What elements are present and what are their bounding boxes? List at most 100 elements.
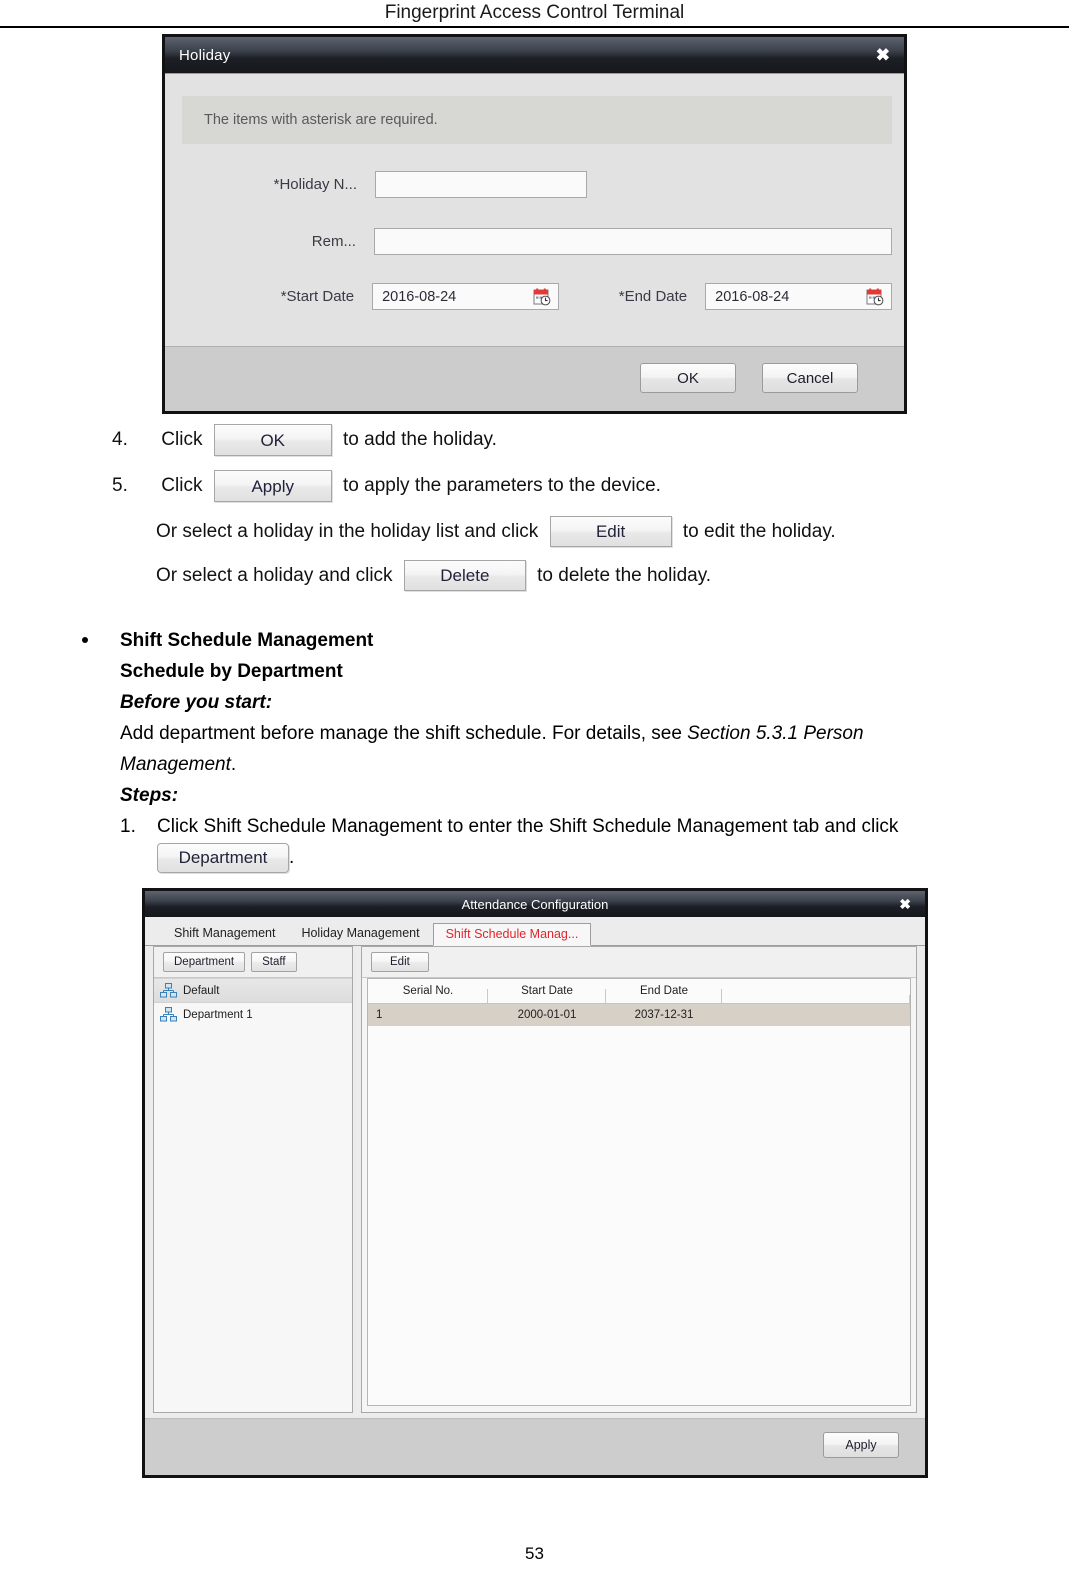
step-4-text-post: to add the holiday. [343, 429, 497, 451]
cancel-button[interactable]: Cancel [762, 363, 858, 393]
step-5-number: 5. [112, 475, 128, 497]
department-pane-toolbar: Department Staff [154, 947, 352, 978]
steps-label-row: Steps: [70, 780, 898, 811]
date-range-row: *Start Date 2016-08-24 *End Date 2016-08… [182, 283, 892, 310]
column-header-serial-no[interactable]: Serial No. [368, 985, 488, 1003]
end-date-label: *End Date [618, 288, 688, 305]
staff-tab-button[interactable]: Staff [251, 952, 297, 972]
list-item: 5. Click Apply to apply the parameters t… [0, 470, 1069, 516]
end-date-value: 2016-08-24 [715, 288, 790, 305]
column-header-end-date[interactable]: End Date [606, 985, 722, 1003]
before-you-start-reference: Section 5.3.1 Person [687, 723, 864, 744]
close-icon[interactable]: ✖ [876, 47, 890, 64]
before-you-start-body-row-2: Management. [70, 749, 898, 780]
department-tab-button[interactable]: Department [163, 952, 246, 972]
holiday-steps-list: 4. Click OK to add the holiday. 5. Click… [0, 424, 1069, 604]
attendance-dialog-titlebar: Attendance Configuration ✖ [145, 891, 925, 917]
holiday-dialog: Holiday ✖ The items with asterisk are re… [162, 34, 907, 414]
delete-line-post: to delete the holiday. [537, 565, 712, 586]
step-1-text: Click Shift Schedule Management to enter… [157, 816, 899, 837]
attendance-configuration-dialog: Attendance Configuration ✖ Shift Managem… [142, 888, 928, 1478]
tree-item-label: Department 1 [183, 1008, 253, 1021]
header-divider [0, 26, 1069, 28]
close-icon[interactable]: ✖ [899, 897, 911, 911]
calendar-icon[interactable] [866, 288, 884, 306]
remark-input[interactable] [373, 228, 892, 255]
department-tree: Default Department 1 [154, 978, 352, 1412]
edit-line-post: to edit the holiday. [682, 521, 836, 542]
tab-shift-management[interactable]: Shift Management [161, 922, 288, 946]
required-notice-bar: The items with asterisk are required. [182, 96, 892, 144]
step-4-text-pre: Click [161, 429, 203, 451]
bullet-heading-row: Shift Schedule Management [70, 625, 898, 656]
department-button-image[interactable]: Department [157, 842, 289, 873]
ok-button-image[interactable]: OK [213, 424, 332, 456]
apply-button-image[interactable]: Apply [213, 470, 332, 502]
step-1-period: . [289, 847, 295, 868]
table-row[interactable]: 1 2000-01-01 2037-12-31 [368, 1004, 910, 1026]
shift-step-1-button-row: Department. [70, 842, 898, 873]
apply-button[interactable]: Apply [823, 1432, 899, 1458]
page-header: Fingerprint Access Control Terminal [0, 0, 1069, 27]
schedule-grid: Serial No. Start Date End Date 1 2000-01… [367, 978, 911, 1406]
step-4-number: 4. [112, 429, 128, 451]
list-item: Or select a holiday and click Delete to … [0, 560, 1069, 604]
before-you-start-reference-2: Management [120, 754, 231, 775]
attendance-panes: Department Staff Default Department 1 Ed… [153, 946, 917, 1413]
before-you-start-row: Before you start: [70, 687, 898, 718]
cell-serial-no: 1 [376, 1009, 383, 1021]
step-5-text-pre: Click [161, 475, 203, 497]
schedule-pane-toolbar: Edit [362, 947, 916, 978]
tree-item-default[interactable]: Default [154, 978, 352, 1003]
tree-item-department-1[interactable]: Department 1 [154, 1003, 352, 1026]
shift-step-1-row: 1. Click Shift Schedule Management to en… [70, 811, 898, 842]
delete-line-pre: Or select a holiday and click [156, 565, 393, 586]
ok-button[interactable]: OK [640, 363, 736, 393]
attendance-dialog-footer: Apply [145, 1418, 925, 1475]
holiday-dialog-titlebar: Holiday ✖ [165, 37, 904, 73]
edit-button-image[interactable]: Edit [549, 516, 672, 548]
org-tree-icon [160, 1007, 177, 1022]
bullet-icon [82, 637, 88, 643]
remark-label: Rem... [311, 233, 356, 250]
before-you-start-label: Before you start: [120, 692, 273, 713]
schedule-pane: Edit Serial No. Start Date End Date 1 20… [361, 946, 917, 1413]
section-heading: Shift Schedule Management [120, 630, 374, 651]
start-date-input[interactable]: 2016-08-24 [372, 283, 559, 310]
tab-holiday-management[interactable]: Holiday Management [288, 922, 432, 946]
end-date-input[interactable]: 2016-08-24 [705, 283, 892, 310]
required-notice-text: The items with asterisk are required. [204, 112, 438, 128]
holiday-dialog-title: Holiday [179, 46, 231, 64]
step-5-text-post: to apply the parameters to the device. [343, 475, 661, 497]
holiday-dialog-footer: OK Cancel [165, 346, 904, 411]
cell-start-date: 2000-01-01 [517, 1009, 577, 1021]
schedule-grid-header: Serial No. Start Date End Date [368, 979, 910, 1009]
holiday-name-label: *Holiday N... [273, 176, 357, 193]
edit-button[interactable]: Edit [371, 952, 429, 972]
page-footer: 53 [0, 1544, 1069, 1564]
page-header-title: Fingerprint Access Control Terminal [384, 2, 685, 23]
section-subheading: Schedule by Department [120, 661, 343, 682]
steps-label: Steps: [120, 785, 179, 806]
holiday-name-input[interactable] [375, 171, 587, 198]
org-tree-icon [160, 983, 177, 998]
holiday-name-row: *Holiday N... [182, 171, 892, 198]
start-date-value: 2016-08-24 [382, 288, 457, 305]
attendance-dialog-title: Attendance Configuration [461, 896, 609, 912]
step-1-number: 1. [120, 816, 136, 837]
attendance-dialog-body: Shift Management Holiday Management Shif… [145, 917, 925, 1419]
before-you-start-body-row: Add department before manage the shift s… [70, 718, 898, 749]
column-header-start-date[interactable]: Start Date [488, 985, 606, 1003]
tab-shift-schedule-management[interactable]: Shift Schedule Manag... [432, 922, 592, 946]
before-you-start-period: . [230, 754, 237, 775]
delete-button-image[interactable]: Delete [403, 560, 526, 592]
start-date-label: *Start Date [280, 288, 355, 305]
subheading-row: Schedule by Department [70, 656, 898, 687]
tree-item-label: Default [183, 984, 220, 997]
holiday-dialog-body: The items with asterisk are required. *H… [165, 73, 904, 347]
before-you-start-text: Add department before manage the shift s… [120, 723, 688, 744]
calendar-icon[interactable] [533, 288, 551, 306]
attendance-tabstrip: Shift Management Holiday Management Shif… [145, 917, 925, 946]
list-item: Or select a holiday in the holiday list … [0, 516, 1069, 560]
list-item: 4. Click OK to add the holiday. [0, 424, 1069, 470]
